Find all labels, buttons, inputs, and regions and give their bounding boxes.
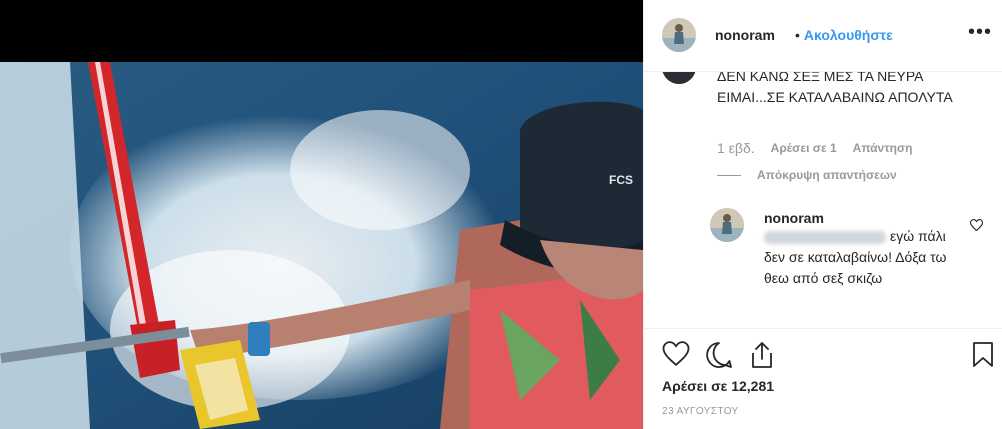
avatar[interactable] — [662, 18, 696, 52]
comment-likes[interactable]: Αρέσει σε 1 — [771, 141, 837, 155]
cap-logo: FCS — [609, 173, 633, 187]
hide-replies-button[interactable]: Απόκρυψη απαντήσεων — [717, 168, 897, 182]
like-heart-icon[interactable] — [662, 341, 690, 371]
reply-username[interactable]: nonoram — [764, 210, 824, 226]
comment-meta: 1 εβδ. Αρέσει σε 1 Απάντηση — [717, 140, 912, 156]
comments-list: ΔΕΝ ΚΑΝΩ ΣΕΞ ΜΕΣ ΤΑ ΝΕΥΡΑ ΕΙΜΑΙ...ΣΕ ΚΑΤ… — [644, 72, 1002, 328]
reply-text: εγώ πάλι δεν σε καταλαβαίνω! Δόξα τω θεω… — [764, 226, 964, 289]
post-actions: Αρέσει σε 12,281 23 ΑΥΓΟΥΣΤΟΥ — [644, 328, 1002, 429]
hide-replies-label: Απόκρυψη απαντήσεων — [757, 168, 897, 182]
save-bookmark-icon[interactable] — [972, 341, 994, 373]
reply-button[interactable]: Απάντηση — [853, 141, 913, 155]
more-options-icon[interactable]: ••• — [968, 21, 992, 44]
header-separator-dot: • — [795, 27, 800, 43]
header-username[interactable]: nonoram — [715, 27, 775, 43]
comment-text: ΔΕΝ ΚΑΝΩ ΣΕΞ ΜΕΣ ΤΑ ΝΕΥΡΑ ΕΙΜΑΙ...ΣΕ ΚΑΤ… — [717, 72, 953, 105]
post-side-panel: nonoram • •Ακολουθήστε ••• ΔΕΝ ΚΑΝΩ ΣΕΞ … — [643, 0, 1002, 429]
like-reply-heart-icon[interactable] — [969, 218, 984, 236]
follow-button[interactable]: • Ακολουθήστε — [795, 27, 893, 43]
hide-replies-line — [717, 174, 741, 176]
follow-label: Ακολουθήστε — [803, 27, 893, 43]
comment-time[interactable]: 1 εβδ. — [717, 140, 755, 156]
post-likes-count[interactable]: Αρέσει σε 12,281 — [662, 378, 774, 394]
post-date[interactable]: 23 ΑΥΓΟΥΣΤΟΥ — [662, 406, 739, 417]
share-icon[interactable] — [749, 341, 775, 374]
blurred-mention — [764, 230, 886, 244]
comment-avatar[interactable] — [662, 72, 696, 84]
reply-avatar[interactable] — [710, 208, 744, 242]
post-photo[interactable]: FCS — [0, 0, 643, 429]
comment-bubble-icon[interactable] — [705, 341, 733, 374]
post-header: nonoram • •Ακολουθήστε ••• — [644, 0, 1002, 72]
